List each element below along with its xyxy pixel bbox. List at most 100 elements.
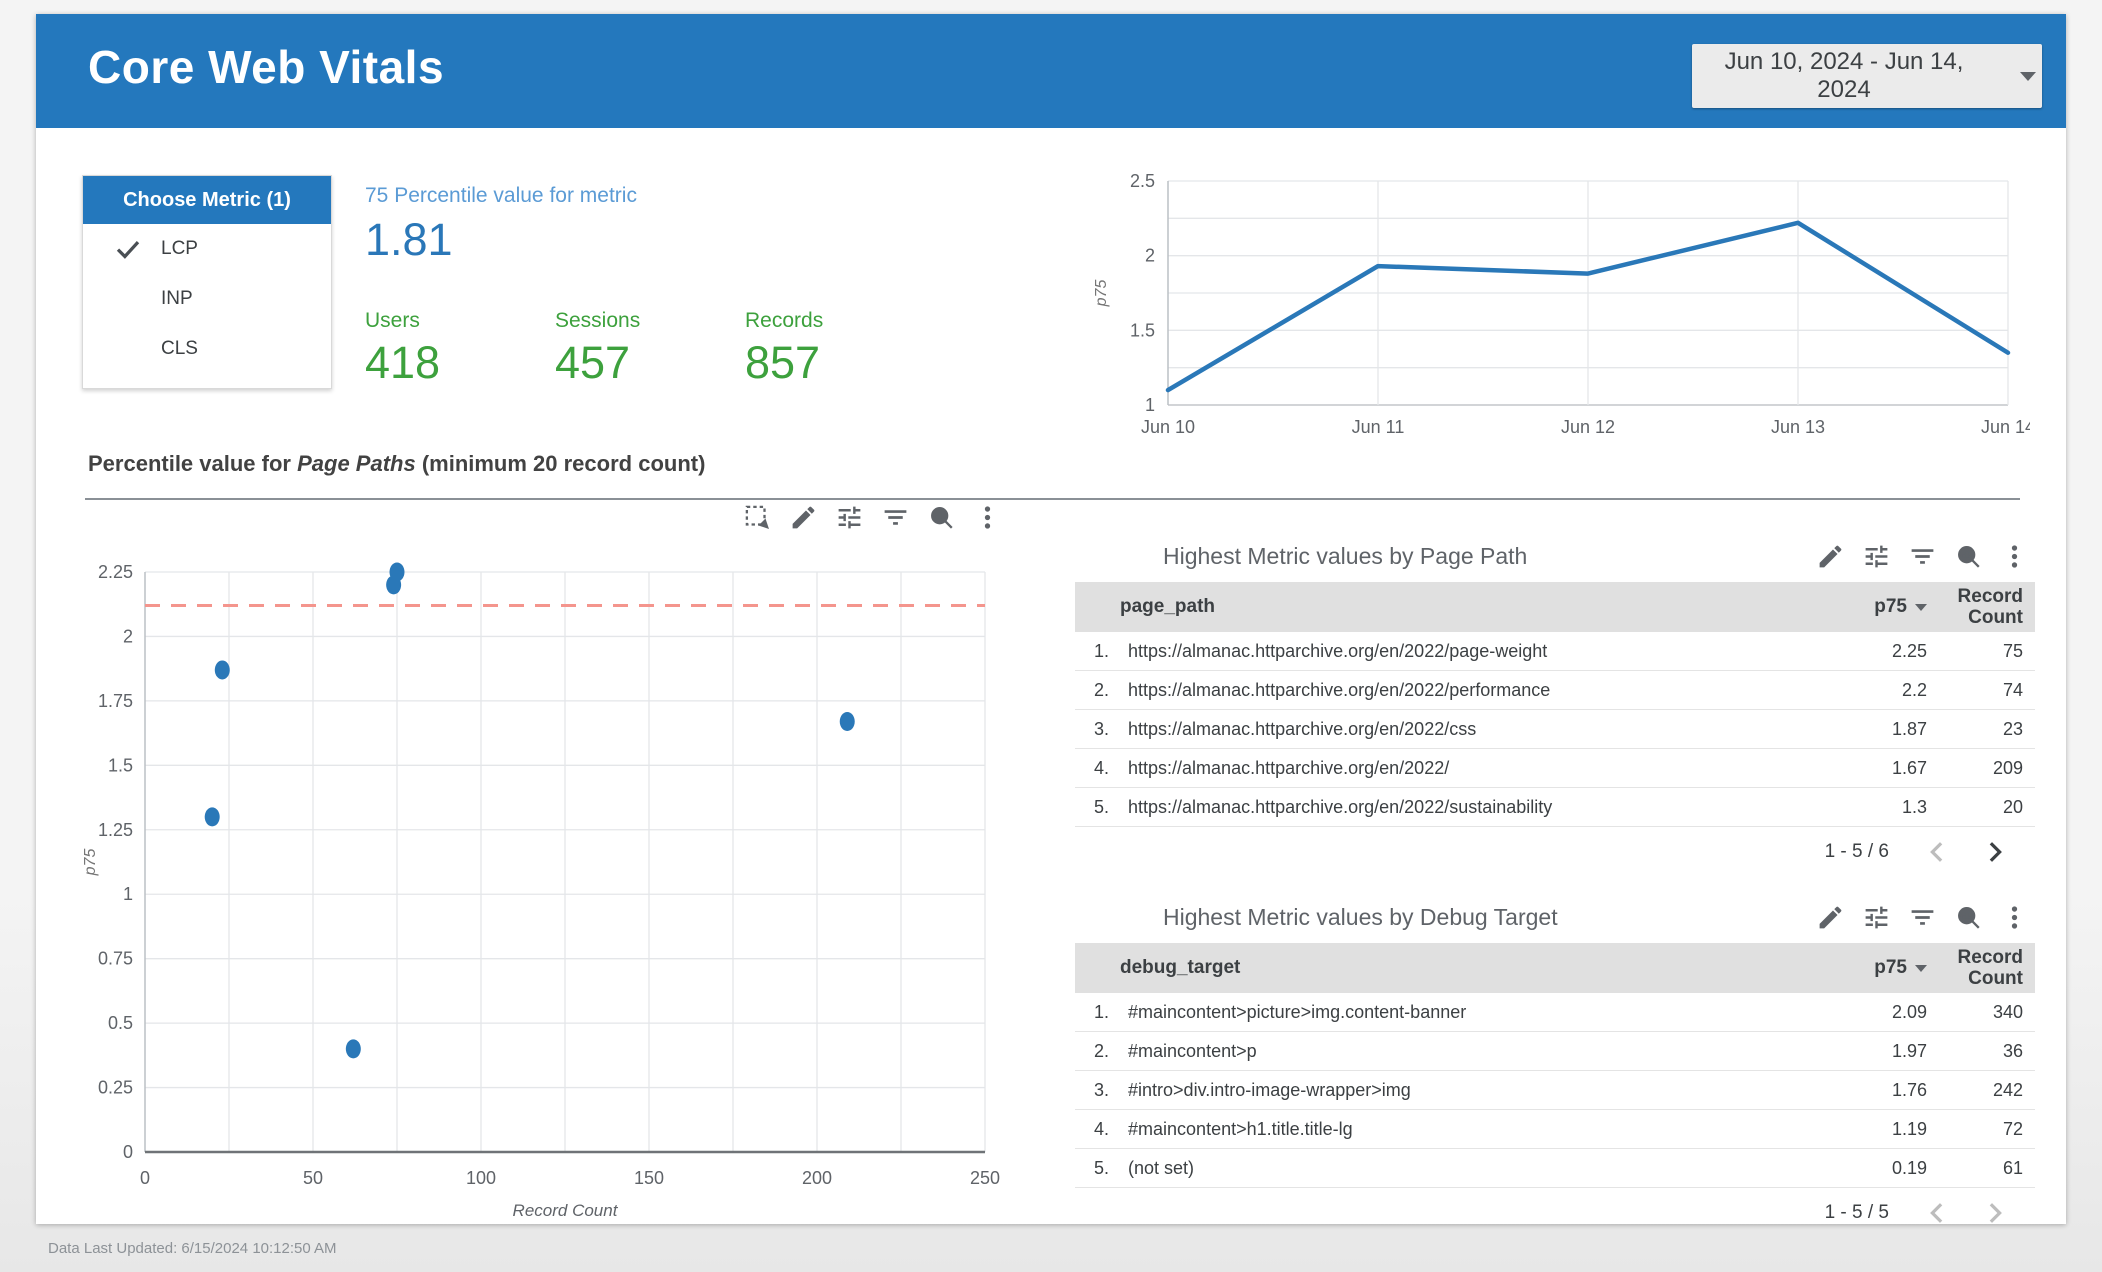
table-row: 1. #maincontent>picture>img.content-banne… [1075,993,2035,1032]
table-row: 1. https://almanac.httparchive.org/en/202… [1075,632,2035,671]
row-count: 20 [2002,796,2023,817]
report-card: Core Web Vitals Jun 10, 2024 - Jun 14, 2… [36,14,2066,1224]
check-placeholder [113,334,143,364]
svg-text:50: 50 [303,1168,323,1188]
more-icon[interactable] [2000,542,2029,571]
svg-text:0.25: 0.25 [98,1078,133,1098]
scorecard-sessions: Sessions 457 [555,309,745,389]
section-divider [85,498,2020,500]
row-count: 74 [2002,679,2023,700]
svg-text:1.75: 1.75 [98,691,133,711]
scatter-point[interactable] [386,575,402,595]
column-header-metric[interactable]: p75 [1802,957,1927,979]
pagination-next-button [1979,1198,2009,1228]
date-range-picker[interactable]: Jun 10, 2024 - Jun 14, 2024 [1692,44,2042,108]
svg-text:p75: p75 [82,849,99,877]
tune-icon[interactable] [1862,542,1891,571]
row-p75: 1.19 [1891,1118,1927,1139]
svg-text:Jun 11: Jun 11 [1352,417,1405,437]
explore-icon[interactable] [1954,542,1983,571]
table-header-row: debug_target p75 Record Count [1075,943,2035,993]
filter-icon[interactable] [1908,542,1937,571]
row-key: https://almanac.httparchive.org/en/2022/… [1128,718,1477,739]
row-index: 4. [1094,757,1110,778]
scatter-point[interactable] [214,660,230,680]
edit-icon[interactable] [1816,542,1845,571]
row-key: https://almanac.httparchive.org/en/2022/… [1128,640,1548,661]
column-header-count[interactable]: Record Count [1927,947,2035,990]
tune-icon[interactable] [1862,903,1891,932]
metric-option-lcp[interactable]: LCP [83,224,331,274]
row-count: 72 [2002,1118,2023,1139]
row-index: 2. [1094,1040,1110,1061]
row-key: #maincontent>picture>img.content-banner [1128,1001,1467,1022]
column-header-metric[interactable]: p75 [1802,596,1927,618]
more-icon[interactable] [973,503,1002,532]
explore-icon[interactable] [927,503,956,532]
metric-option-label: LCP [161,238,198,259]
line-chart: 1 1.5 2 2.5 Jun 10 Jun 11 Jun 12 Jun 13 Jun 14 p7… [1093,171,2030,437]
table-row: 3. https://almanac.httparchive.org/en/202… [1075,710,2035,749]
svg-text:2: 2 [123,626,133,646]
table-row: 5. https://almanac.httparchive.org/en/202… [1075,788,2035,827]
svg-text:2.25: 2.25 [98,562,133,582]
more-icon[interactable] [2000,903,2029,932]
edit-icon[interactable] [1816,903,1845,932]
status-bar: Data Last Updated: 6/15/2024 10:12:50 AM [48,1240,337,1257]
metric-option-label: INP [161,288,193,309]
check-placeholder [113,284,143,314]
table-toolbar [1816,542,2029,571]
row-count: 242 [1992,1079,2023,1100]
sort-desc-icon [1915,964,1927,972]
explore-icon[interactable] [1954,903,1983,932]
metric-option-label: CLS [161,338,198,359]
svg-text:100: 100 [466,1168,496,1188]
select-area-icon[interactable] [743,503,772,532]
pagination-label: 1 - 5 / 5 [1824,1202,1889,1223]
svg-text:1.25: 1.25 [98,820,133,840]
svg-text:p75: p75 [1093,280,1110,308]
scatter-point[interactable] [204,807,220,827]
metric-filter-list: LCP INP CLS [83,224,331,374]
scatter-point[interactable] [345,1039,361,1059]
row-index: 2. [1094,679,1110,700]
row-key: (not set) [1128,1157,1195,1178]
table-debug-target: Highest Metric values by Debug Target deb… [1075,891,2035,1238]
report-header: Core Web Vitals Jun 10, 2024 - Jun 14, 2… [36,14,2066,128]
scorecard-row: Users 418 Sessions 457 Records 857 [365,309,935,389]
row-key: #maincontent>h1.title.title-lg [1128,1118,1353,1139]
column-header-key[interactable]: page_path [1075,596,1802,618]
column-header-count[interactable]: Record Count [1927,586,2035,629]
scorecard-value: 457 [555,337,631,388]
scatter-chart: 0 0.25 0.5 0.75 1 1.25 1.5 1.75 2 2.25 0 50 100 150 20… [82,562,1000,1220]
tune-icon[interactable] [835,503,864,532]
edit-icon[interactable] [789,503,818,532]
row-count: 36 [2002,1040,2023,1061]
table-toolbar [1816,903,2029,932]
svg-text:200: 200 [802,1168,832,1188]
row-index: 4. [1094,1118,1110,1139]
metric-filter-title: Choose Metric (1) [83,176,331,224]
scatter-point[interactable] [839,712,855,732]
metric-option-cls[interactable]: CLS [83,324,331,374]
row-count: 340 [1992,1001,2023,1022]
svg-text:Jun 10: Jun 10 [1141,417,1195,437]
column-header-key[interactable]: debug_target [1075,957,1802,979]
pagination-prev-button [1923,1198,1953,1228]
pagination-next-button[interactable] [1979,837,2009,867]
sort-desc-icon [1915,603,1927,611]
pagination-prev-button [1923,837,1953,867]
row-p75: 1.76 [1891,1079,1927,1100]
table-row: 3. #intro>div.intro-image-wrapper>img 1.76… [1075,1071,2035,1110]
filter-icon[interactable] [1908,903,1937,932]
table-header-row: page_path p75 Record Count [1075,582,2035,632]
scorecard-percentile-label: 75 Percentile value for metric [365,184,637,207]
row-count: 61 [2002,1157,2023,1178]
scorecard-users: Users 418 [365,309,555,389]
row-p75: 0.19 [1891,1157,1927,1178]
metric-option-inp[interactable]: INP [83,274,331,324]
scorecard-percentile-value: 1.81 [365,214,453,265]
table-row: 4. https://almanac.httparchive.org/en/202… [1075,749,2035,788]
table-pagination: 1 - 5 / 6 [1075,827,2035,877]
filter-icon[interactable] [881,503,910,532]
